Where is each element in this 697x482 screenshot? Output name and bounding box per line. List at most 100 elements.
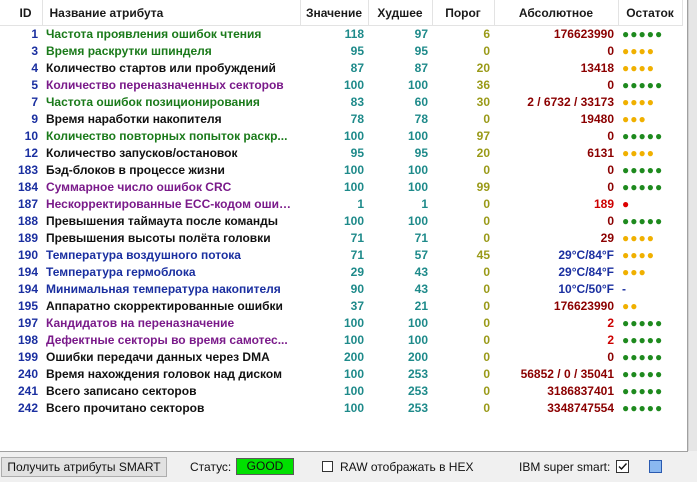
table-row[interactable]: 190 Температура воздушного потока 71 57 45 29… <box>0 247 682 264</box>
attr-current-cell: 90 <box>350 282 364 296</box>
attr-remaining-cell: ●●●● <box>622 95 655 109</box>
attr-name-cell: Количество повторных попыток раскр... <box>46 129 288 143</box>
attr-threshold-cell: 0 <box>483 384 490 398</box>
attr-worst-cell: 87 <box>414 61 428 75</box>
attr-worst-cell: 43 <box>414 265 428 279</box>
attr-worst-cell: 95 <box>414 44 428 58</box>
table-row[interactable]: 9 Время наработки накопителя 78 78 0 19480 ●●● <box>0 111 682 128</box>
column-header-remaining[interactable]: Остаток <box>618 0 683 26</box>
column-header-current[interactable]: Значение <box>300 0 369 26</box>
table-row[interactable]: 7 Частота ошибок позиционирования 83 60 30 2 … <box>0 94 682 111</box>
attr-worst-cell: 43 <box>414 282 428 296</box>
vertical-scrollbar[interactable] <box>688 0 697 451</box>
color-indicator-button[interactable] <box>649 460 662 473</box>
column-header-id[interactable]: ID <box>0 0 43 26</box>
attr-name-cell: Температура воздушного потока <box>46 248 241 262</box>
table-row[interactable]: 240 Время нахождения головок над диском 10… <box>0 366 682 383</box>
status-bar: Получить атрибуты SMART Статус: GOOD RAW… <box>0 453 697 482</box>
table-row[interactable]: 188 Превышения таймаута после команды 100 1… <box>0 213 682 230</box>
table-row[interactable]: 194 Температура гермоблока 29 43 0 29°C/84°F ●… <box>0 264 682 281</box>
table-row[interactable]: 5 Количество переназначенных секторов 100 1… <box>0 77 682 94</box>
attr-raw-cell: 13418 <box>580 61 614 75</box>
table-row[interactable]: 195 Аппаратно скорректированные ошибки 37 2… <box>0 298 682 315</box>
table-row[interactable]: 187 Нескорректированные ECC-кодом ошиб...… <box>0 196 682 213</box>
smart-attributes-panel: ID Название атрибута Значение Худшее Пор… <box>0 0 688 452</box>
attr-raw-cell: 19480 <box>580 112 614 126</box>
attr-raw-cell: 176623990 <box>553 299 614 313</box>
attr-id-cell: 188 <box>17 214 38 228</box>
status-label: Статус: <box>190 460 232 474</box>
attr-threshold-cell: 6 <box>483 27 490 41</box>
attr-name-cell: Время наработки накопителя <box>46 112 222 126</box>
table-row[interactable]: 12 Количество запусков/остановок 95 95 20 613… <box>0 145 682 162</box>
attr-threshold-cell: 45 <box>476 248 490 262</box>
attr-raw-cell: 0 <box>607 78 614 92</box>
attr-name-cell: Количество запусков/остановок <box>46 146 238 160</box>
table-row[interactable]: 184 Суммарное число ошибок CRC 100 100 99 0 ●●… <box>0 179 682 196</box>
attr-remaining-cell: ●●●● <box>622 61 655 75</box>
attr-current-cell: 100 <box>343 367 364 381</box>
table-row[interactable]: 1 Частота проявления ошибок чтения 118 97 6 1… <box>0 26 682 44</box>
attr-worst-cell: 200 <box>407 350 428 364</box>
get-smart-attributes-button[interactable]: Получить атрибуты SMART <box>1 457 167 477</box>
column-header-worst[interactable]: Худшее <box>368 0 433 26</box>
ibm-super-smart-checkbox[interactable] <box>616 460 629 473</box>
raw-hex-checkbox[interactable] <box>322 461 333 472</box>
attr-name-cell: Всего записано секторов <box>46 384 197 398</box>
attr-id-cell: 194 <box>17 265 38 279</box>
ibm-super-smart-label: IBM super smart: <box>519 460 611 474</box>
attr-remaining-cell: ●● <box>622 299 639 313</box>
attr-name-cell: Превышения таймаута после команды <box>46 214 279 228</box>
column-header-raw[interactable]: Абсолютное <box>494 0 619 26</box>
table-row[interactable]: 199 Ошибки передачи данных через DMA 200 20… <box>0 349 682 366</box>
column-header-threshold[interactable]: Порог <box>432 0 495 26</box>
attr-id-cell: 242 <box>17 401 38 415</box>
attr-current-cell: 37 <box>350 299 364 313</box>
attr-raw-cell: 6131 <box>587 146 614 160</box>
attr-worst-cell: 100 <box>407 180 428 194</box>
table-row[interactable]: 4 Количество стартов или пробуждений 87 87 2… <box>0 60 682 77</box>
table-row[interactable]: 241 Всего записано секторов 100 253 0 3186837… <box>0 383 682 400</box>
attr-name-cell: Минимальная температура накопителя <box>46 282 281 296</box>
attr-current-cell: 83 <box>350 95 364 109</box>
table-row[interactable]: 183 Бэд-блоков в процессе жизни 100 100 0 0 ●●… <box>0 162 682 179</box>
attr-current-cell: 29 <box>350 265 364 279</box>
attr-current-cell: 200 <box>343 350 364 364</box>
column-header-name[interactable]: Название атрибута <box>42 0 301 26</box>
attr-threshold-cell: 99 <box>476 180 490 194</box>
attr-remaining-cell: ●●●●● <box>622 27 664 41</box>
smart-attributes-body: 1 Частота проявления ошибок чтения 118 97 6 1… <box>0 26 682 418</box>
table-row[interactable]: 198 Дефектные секторы во время самотес...… <box>0 332 682 349</box>
attr-threshold-cell: 0 <box>483 316 490 330</box>
attr-name-cell: Частота ошибок позиционирования <box>46 95 260 109</box>
attr-worst-cell: 95 <box>414 146 428 160</box>
attr-id-cell: 9 <box>31 112 38 126</box>
attr-threshold-cell: 0 <box>483 44 490 58</box>
attr-worst-cell: 97 <box>414 27 428 41</box>
attr-remaining-cell: ●●●● <box>622 146 655 160</box>
attr-raw-cell: 176623990 <box>553 27 614 41</box>
table-row[interactable]: 194 Минимальная температура накопителя 90 4… <box>0 281 682 298</box>
attr-raw-cell: 0 <box>607 44 614 58</box>
attr-current-cell: 118 <box>344 27 364 41</box>
raw-hex-label[interactable]: RAW отображать в HEX <box>340 460 473 474</box>
table-row[interactable]: 189 Превышения высоты полёта головки 71 71 0… <box>0 230 682 247</box>
table-row[interactable]: 10 Количество повторных попыток раскр... 1… <box>0 128 682 145</box>
table-row[interactable]: 197 Кандидатов на переназначение 100 100 0 2 ●… <box>0 315 682 332</box>
attr-remaining-cell: ●●●●● <box>622 350 664 364</box>
attr-id-cell: 12 <box>24 146 38 160</box>
attr-worst-cell: 253 <box>407 384 428 398</box>
attr-name-cell: Ошибки передачи данных через DMA <box>46 350 270 364</box>
table-row[interactable]: 3 Время раскрутки шпинделя 95 95 0 0 ●●●● <box>0 43 682 60</box>
attr-remaining-cell: ●●●●● <box>622 129 664 143</box>
table-row[interactable]: 242 Всего прочитано секторов 100 253 0 334874… <box>0 400 682 417</box>
attr-current-cell: 95 <box>350 146 364 160</box>
attr-threshold-cell: 30 <box>476 95 490 109</box>
attr-threshold-cell: 0 <box>483 299 490 313</box>
attr-remaining-cell: ●●●●● <box>622 401 664 415</box>
attr-threshold-cell: 0 <box>483 367 490 381</box>
attr-remaining-cell: ●●●●● <box>622 367 664 381</box>
attr-worst-cell: 71 <box>414 231 428 245</box>
attr-id-cell: 184 <box>17 180 38 194</box>
attr-threshold-cell: 0 <box>483 197 490 211</box>
